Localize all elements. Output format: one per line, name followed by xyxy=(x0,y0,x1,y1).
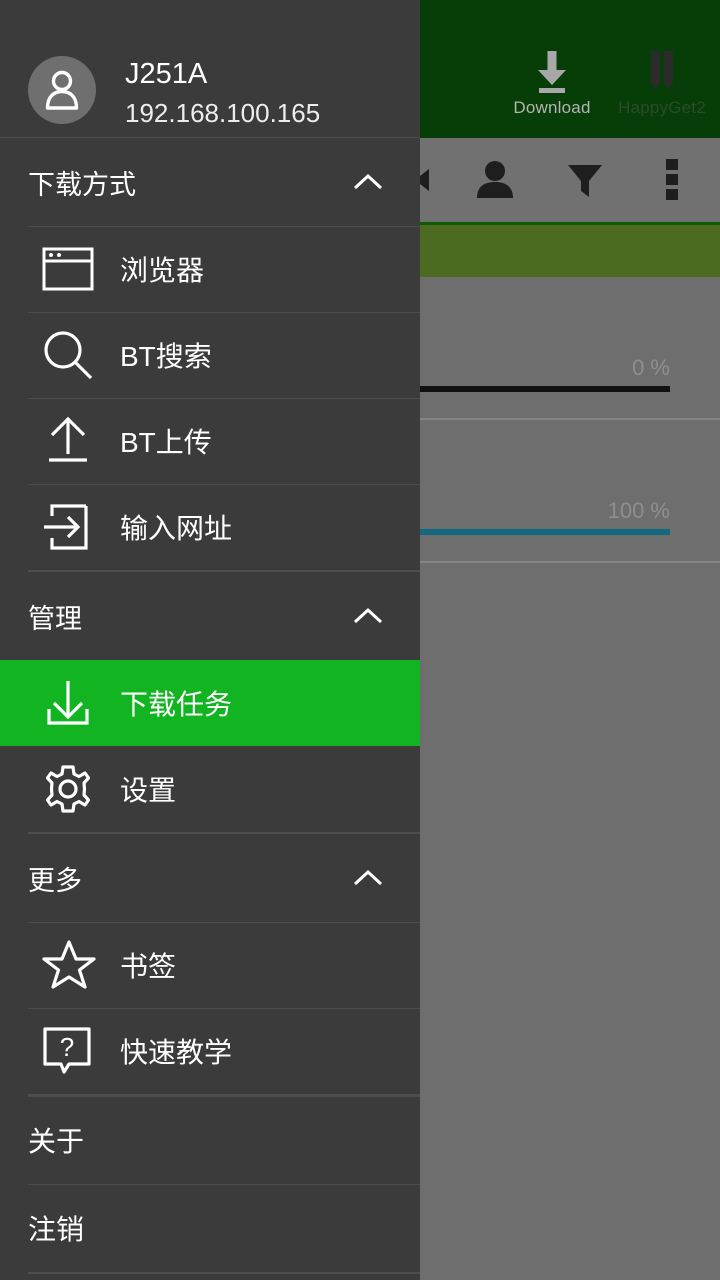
svg-text:?: ? xyxy=(60,1032,74,1062)
task-percent: 0 % xyxy=(632,355,670,380)
navigation-drawer: J251A 192.168.100.165 下载方式 浏览器 BT搜索 BT上传… xyxy=(0,0,420,1280)
chevron-up-icon xyxy=(352,868,384,888)
enter-url-icon xyxy=(42,503,108,551)
overflow-menu-icon[interactable] xyxy=(642,138,702,222)
sidebar-item-label: 快速教学 xyxy=(120,1037,233,1068)
sidebar-item-label: 浏览器 xyxy=(120,255,205,286)
sidebar-item-label: 设置 xyxy=(120,775,177,806)
chevron-up-icon xyxy=(352,172,384,192)
section-header-manage[interactable]: 管理 xyxy=(0,572,420,660)
divider xyxy=(28,1272,420,1274)
sidebar-item-bt-search[interactable]: BT搜索 xyxy=(0,312,420,398)
sidebar-item-about[interactable]: 关于 xyxy=(0,1096,420,1184)
sidebar-item-bookmarks[interactable]: 书签 xyxy=(0,922,420,1008)
avatar xyxy=(28,56,96,124)
person-avatar-icon xyxy=(45,70,79,110)
sidebar-item-bt-upload[interactable]: BT上传 xyxy=(0,398,420,484)
sidebar-item-label: 关于 xyxy=(28,1126,85,1157)
happyget-bars-icon xyxy=(587,48,720,96)
help-tutorial-icon: ? xyxy=(42,1026,108,1076)
gear-icon xyxy=(42,763,108,815)
upload-icon xyxy=(42,416,108,466)
search-icon xyxy=(42,329,108,381)
section-title: 管理 xyxy=(28,603,82,634)
section-title: 更多 xyxy=(28,865,82,896)
chevron-up-icon xyxy=(352,606,384,626)
section-title: 下载方式 xyxy=(28,169,136,200)
sidebar-item-label: 下载任务 xyxy=(120,689,233,720)
tab-happyget2-label: HappyGet2 xyxy=(618,98,706,117)
sidebar-item-enter-url[interactable]: 输入网址 xyxy=(0,484,420,570)
account-ip: 192.168.100.165 xyxy=(125,98,321,128)
download-icon xyxy=(42,678,108,728)
person-icon[interactable] xyxy=(462,138,528,222)
app-screen: Download HappyGet2 0 % 100 % J251A 192.1… xyxy=(0,0,720,1280)
sidebar-item-quick-tutorial[interactable]: ? 快速教学 xyxy=(0,1008,420,1094)
sidebar-item-settings[interactable]: 设置 xyxy=(0,746,420,832)
browser-window-icon xyxy=(42,246,108,292)
task-percent: 100 % xyxy=(607,498,670,523)
sidebar-item-logout[interactable]: 注销 xyxy=(0,1184,420,1272)
tab-happyget2[interactable]: HappyGet2 xyxy=(587,48,720,118)
filter-icon[interactable] xyxy=(552,138,618,222)
drawer-account-header[interactable]: J251A 192.168.100.165 xyxy=(0,0,420,138)
sidebar-item-label: BT搜索 xyxy=(120,341,212,372)
sidebar-item-label: 输入网址 xyxy=(120,513,233,544)
sidebar-item-label: 注销 xyxy=(28,1214,85,1245)
sidebar-item-label: BT上传 xyxy=(120,427,212,458)
sidebar-item-download-tasks[interactable]: 下载任务 xyxy=(0,660,420,746)
section-header-more[interactable]: 更多 xyxy=(0,834,420,922)
account-name: J251A xyxy=(125,58,208,90)
section-header-download-methods[interactable]: 下载方式 xyxy=(0,138,420,226)
sidebar-item-label: 书签 xyxy=(120,951,177,982)
sidebar-item-browser[interactable]: 浏览器 xyxy=(0,226,420,312)
star-icon xyxy=(42,939,108,991)
